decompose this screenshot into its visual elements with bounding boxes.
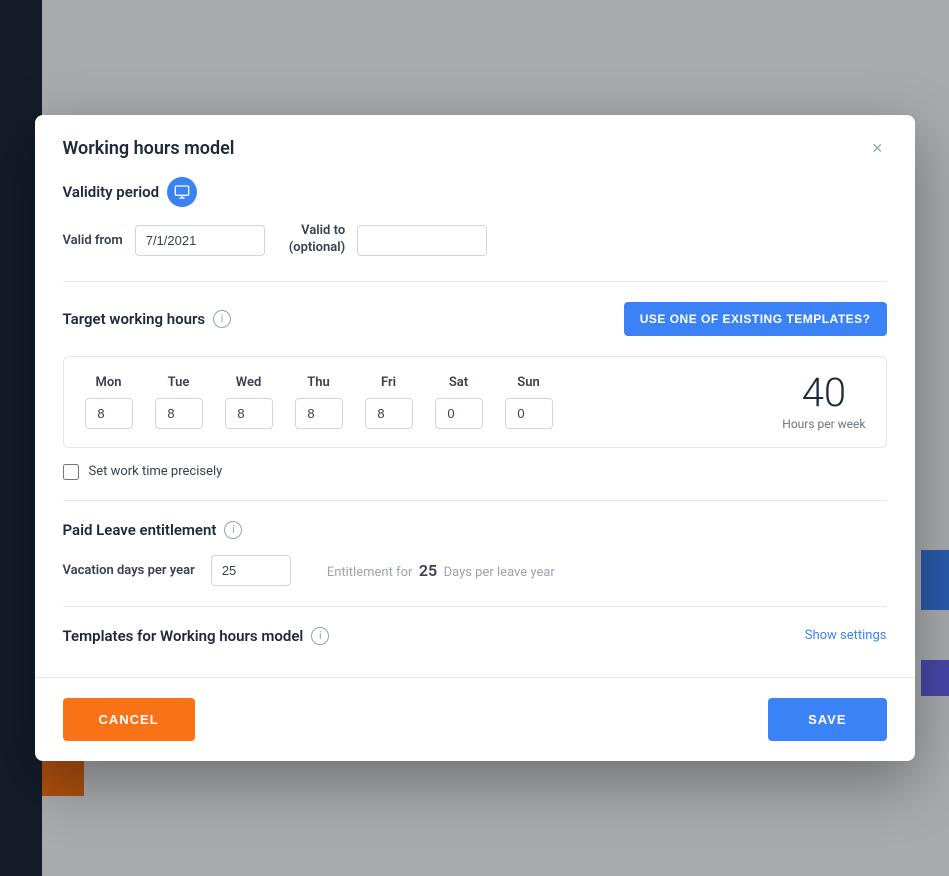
day-col-mon: Mon [84,375,134,429]
monitor-icon [167,177,197,207]
days-grid: Mon Tue Wed Thu [63,356,887,448]
validity-section-title: Validity period [63,183,160,201]
day-label-tue: Tue [168,375,190,390]
set-work-time-checkbox[interactable] [63,464,79,480]
hours-per-week-label: Hours per week [782,417,865,431]
day-label-sun: Sun [517,375,539,390]
divider-3 [63,606,887,607]
day-input-thu[interactable] [295,398,343,429]
modal-title: Working hours model [63,138,235,159]
show-settings-link[interactable]: Show settings [805,628,887,643]
day-col-sat: Sat [434,375,484,429]
target-working-hours-section: Target working hours i USE ONE OF EXISTI… [63,302,887,480]
set-work-time-label[interactable]: Set work time precisely [89,464,223,479]
valid-to-input[interactable] [357,225,487,256]
day-col-tue: Tue [154,375,204,429]
day-input-tue[interactable] [155,398,203,429]
day-input-fri[interactable] [365,398,413,429]
cancel-button[interactable]: CANCEL [63,698,195,741]
entitlement-text: Entitlement for 25 Days per leave year [327,561,555,580]
day-col-wed: Wed [224,375,274,429]
working-hours-modal: Working hours model × Validity period [35,115,915,761]
vacation-days-input[interactable] [211,555,291,586]
validity-section: Validity period Valid from [63,177,887,257]
paid-leave-section-header: Paid Leave entitlement i [63,521,887,539]
valid-from-label: Valid from [63,233,123,248]
day-label-wed: Wed [236,375,262,390]
entitlement-prefix: Entitlement for [327,565,413,580]
close-button[interactable]: × [868,135,887,161]
valid-from-group: Valid from [63,225,265,256]
day-label-fri: Fri [381,375,396,390]
day-col-sun: Sun [504,375,554,429]
day-input-sat[interactable] [435,398,483,429]
day-input-sun[interactable] [505,398,553,429]
day-col-thu: Thu [294,375,344,429]
valid-from-input[interactable] [135,225,265,256]
entitlement-days: 25 [419,561,437,580]
set-work-time-row: Set work time precisely [63,464,887,480]
target-section-title: Target working hours [63,310,206,328]
day-label-sat: Sat [449,375,468,390]
day-label-mon: Mon [96,375,122,390]
paid-leave-title: Paid Leave entitlement [63,521,217,539]
entitlement-suffix: Days per leave year [444,565,555,580]
validity-section-header: Validity period [63,177,887,207]
paid-leave-section: Paid Leave entitlement i Vacation days p… [63,521,887,586]
templates-section-header: Templates for Working hours model i Show… [63,627,887,645]
divider-2 [63,500,887,501]
hours-summary: 40 Hours per week [782,373,865,431]
templates-section-title: Templates for Working hours model [63,627,304,645]
modal-overlay: Working hours model × Validity period [0,0,949,876]
use-template-button[interactable]: USE ONE OF EXISTING TEMPLATES? [624,302,887,336]
paid-leave-row: Vacation days per year Entitlement for 2… [63,555,887,586]
validity-row: Valid from Valid to(optional) [63,223,887,257]
save-button[interactable]: SAVE [768,698,886,741]
target-section-header: Target working hours i USE ONE OF EXISTI… [63,302,887,336]
modal-body: Validity period Valid from [35,177,915,669]
paid-leave-info-icon[interactable]: i [224,521,242,539]
valid-to-label: Valid to(optional) [289,223,345,257]
day-input-mon[interactable] [85,398,133,429]
day-input-wed[interactable] [225,398,273,429]
modal-footer: CANCEL SAVE [35,677,915,761]
templates-info-icon[interactable]: i [311,627,329,645]
target-section-left: Target working hours i [63,310,232,328]
day-col-fri: Fri [364,375,414,429]
vacation-days-label: Vacation days per year [63,563,195,578]
day-label-thu: Thu [307,375,330,390]
target-hours-info-icon[interactable]: i [213,310,231,328]
divider-1 [63,281,887,282]
valid-to-group: Valid to(optional) [289,223,487,257]
modal-header: Working hours model × [35,115,915,177]
total-hours: 40 [782,373,865,413]
templates-section: Templates for Working hours model i Show… [63,627,887,645]
